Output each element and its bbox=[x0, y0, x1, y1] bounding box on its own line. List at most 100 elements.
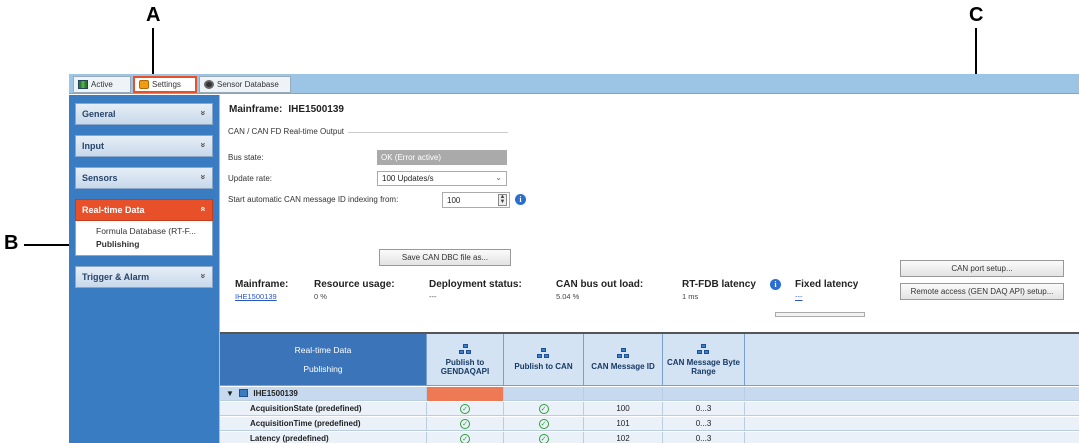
row-id[interactable]: 101 bbox=[584, 417, 663, 431]
tab-sensor-database-label: Sensor Database bbox=[217, 80, 279, 89]
table-row[interactable]: Latency (predefined) ✓ ✓ 102 0...3 bbox=[220, 432, 1079, 443]
column-header-can-id[interactable]: CAN Message ID bbox=[584, 334, 663, 386]
sidebar-group-label: Trigger & Alarm bbox=[82, 272, 150, 282]
publishing-grid: Real-time Data Publishing Publish to GEN… bbox=[220, 332, 1079, 443]
tab-settings-label: Settings bbox=[152, 80, 181, 89]
tab-settings[interactable]: Settings bbox=[133, 76, 197, 93]
row-id[interactable]: 100 bbox=[584, 402, 663, 416]
sidebar-group-label: Sensors bbox=[82, 173, 118, 183]
grid-icon bbox=[78, 80, 88, 89]
chevron-up-icon: « bbox=[198, 206, 209, 212]
stats-rtfdb-label: RT-FDB latency bbox=[682, 279, 756, 290]
bus-state-label: Bus state: bbox=[228, 153, 264, 162]
can-port-setup-button[interactable]: CAN port setup... bbox=[900, 260, 1064, 277]
main-panel: Mainframe: IHE1500139 CAN / CAN FD Real-t… bbox=[219, 95, 1079, 443]
sidebar-group-trigger-alarm[interactable]: Trigger & Alarm » bbox=[75, 266, 213, 288]
mainframe-icon bbox=[239, 389, 249, 397]
row-can-cell[interactable]: ✓ bbox=[504, 432, 584, 443]
stats-can-bus-label: CAN bus out load: bbox=[556, 279, 644, 290]
info-icon[interactable]: i bbox=[770, 279, 781, 290]
row-range[interactable]: 0...3 bbox=[663, 417, 745, 431]
sidebar-group-real-time-data[interactable]: Real-time Data « bbox=[75, 199, 213, 221]
info-icon[interactable]: i bbox=[515, 194, 526, 205]
column-header-label: Publish to CAN bbox=[514, 362, 573, 371]
sidebar: General » Input » Sensors » Real-time Da… bbox=[69, 95, 219, 443]
grid-header-line2: Publishing bbox=[303, 363, 343, 374]
column-header-gendaq[interactable]: Publish to GENDAQAPI bbox=[427, 334, 504, 386]
sidebar-group-input[interactable]: Input » bbox=[75, 135, 213, 157]
chevron-down-icon: » bbox=[198, 174, 209, 180]
update-rate-value: 100 Updates/s bbox=[382, 174, 434, 183]
stats-fixed-value[interactable]: --- bbox=[795, 292, 803, 301]
tab-sensor-database[interactable]: Sensor Database bbox=[199, 76, 291, 93]
column-header-label: CAN Message Byte Range bbox=[667, 357, 740, 376]
sidebar-subitems: Formula Database (RT-F... Publishing bbox=[75, 221, 213, 256]
column-header-label: CAN Message ID bbox=[591, 362, 655, 371]
stats-fixed-label: Fixed latency bbox=[795, 279, 859, 290]
group-row-gendaq bbox=[427, 387, 504, 401]
stats-mainframe-link[interactable]: IHE1500139 bbox=[235, 292, 277, 301]
stats-deployment-label: Deployment status: bbox=[429, 279, 522, 290]
mainframe-label: Mainframe: bbox=[229, 104, 283, 115]
collapse-icon[interactable]: ▼ bbox=[226, 389, 234, 398]
chevron-down-icon: » bbox=[198, 142, 209, 148]
stats-resource-value: 0 % bbox=[314, 292, 327, 301]
table-row[interactable]: AcquisitionState (predefined) ✓ ✓ 100 0.… bbox=[220, 402, 1079, 416]
remote-access-button[interactable]: Remote access (GEN DAQ API) setup... bbox=[900, 283, 1064, 300]
network-icon bbox=[616, 348, 630, 359]
check-icon: ✓ bbox=[538, 434, 549, 443]
save-dbc-button[interactable]: Save CAN DBC file as... bbox=[379, 249, 511, 266]
table-group-row[interactable]: ▼ IHE1500139 bbox=[220, 387, 1079, 401]
row-gendaq-cell[interactable]: ✓ bbox=[427, 417, 504, 431]
bus-state-field: OK (Error active) bbox=[377, 150, 507, 165]
sidebar-group-general[interactable]: General » bbox=[75, 103, 213, 125]
stats-resource-label: Resource usage: bbox=[314, 279, 395, 290]
column-header-label: Publish to GENDAQAPI bbox=[440, 357, 490, 376]
sidebar-group-sensors[interactable]: Sensors » bbox=[75, 167, 213, 189]
sidebar-item-publishing[interactable]: Publishing bbox=[96, 238, 212, 251]
sensor-icon bbox=[204, 80, 214, 89]
check-icon: ✓ bbox=[538, 419, 549, 429]
column-header-filler bbox=[745, 334, 1079, 386]
sidebar-item-formula-database[interactable]: Formula Database (RT-F... bbox=[96, 225, 212, 238]
chevron-down-icon: ⌄ bbox=[495, 173, 502, 182]
update-rate-label: Update rate: bbox=[228, 174, 273, 183]
row-name: Latency (predefined) bbox=[220, 432, 427, 443]
check-icon: ✓ bbox=[460, 434, 470, 443]
tab-active[interactable]: Active bbox=[73, 76, 131, 93]
sidebar-group-label: Real-time Data bbox=[82, 205, 145, 215]
tab-bar: Active Settings Sensor Database bbox=[69, 74, 1079, 94]
update-rate-select[interactable]: 100 Updates/s ⌄ bbox=[377, 171, 507, 186]
grid-header-line1: Real-time Data bbox=[294, 344, 352, 355]
row-name: AcquisitionTime (predefined) bbox=[220, 417, 427, 431]
table-row[interactable]: AcquisitionTime (predefined) ✓ ✓ 101 0..… bbox=[220, 417, 1079, 431]
row-range[interactable]: 0...3 bbox=[663, 432, 745, 443]
row-can-cell[interactable]: ✓ bbox=[504, 402, 584, 416]
row-gendaq-cell[interactable]: ✓ bbox=[427, 402, 504, 416]
stats-deployment-value: --- bbox=[429, 292, 437, 301]
check-icon: ✓ bbox=[460, 404, 470, 414]
network-icon bbox=[458, 343, 472, 355]
check-icon: ✓ bbox=[538, 404, 549, 414]
row-range[interactable]: 0...3 bbox=[663, 402, 745, 416]
mainframe-id: IHE1500139 bbox=[288, 104, 344, 115]
indexing-stepper[interactable]: 100 ▲ ▼ bbox=[442, 192, 510, 208]
chevron-down-icon: » bbox=[198, 273, 209, 279]
horizontal-scrollbar[interactable] bbox=[775, 312, 865, 317]
network-icon bbox=[697, 343, 710, 355]
row-can-cell[interactable]: ✓ bbox=[504, 417, 584, 431]
indexing-value: 100 bbox=[447, 196, 461, 205]
group-title: CAN / CAN FD Real-time Output bbox=[228, 127, 345, 136]
stats-rtfdb-value: 1 ms bbox=[682, 292, 699, 301]
stepper-arrows-icon[interactable]: ▲ ▼ bbox=[498, 194, 507, 206]
row-id[interactable]: 102 bbox=[584, 432, 663, 443]
group-row-range bbox=[663, 387, 745, 401]
group-row-can bbox=[504, 387, 584, 401]
stats-can-bus-value: 5.04 % bbox=[556, 292, 580, 301]
column-header-publish-can[interactable]: Publish to CAN bbox=[504, 334, 584, 386]
callout-a-line bbox=[152, 28, 154, 80]
column-header-byte-range[interactable]: CAN Message Byte Range bbox=[663, 334, 745, 386]
row-gendaq-cell[interactable]: ✓ bbox=[427, 432, 504, 443]
callout-b-label: B bbox=[4, 232, 19, 254]
callout-a-label: A bbox=[146, 4, 161, 26]
